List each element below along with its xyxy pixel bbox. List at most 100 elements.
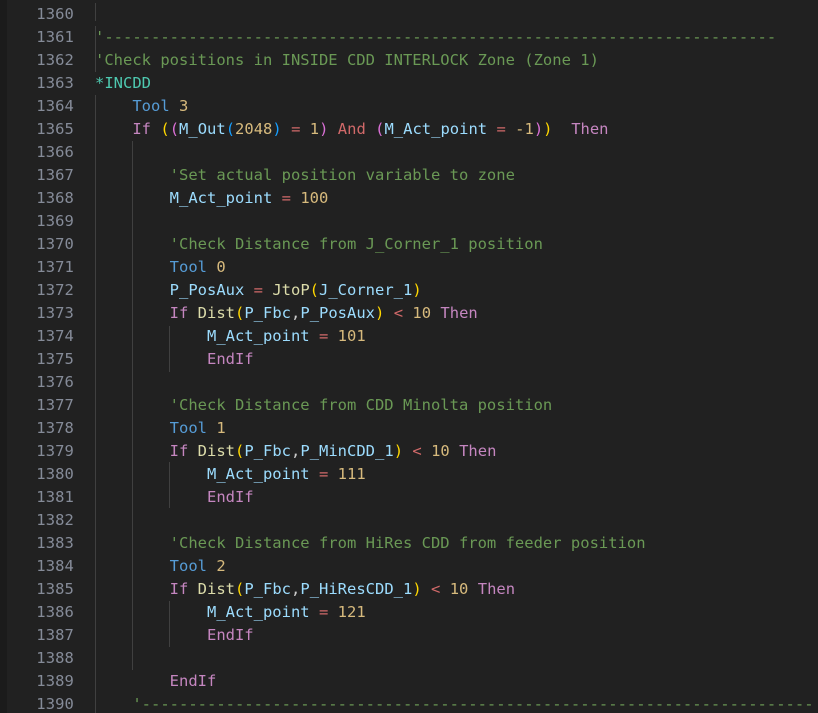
code-line[interactable]: M_Act_point = 121 — [84, 601, 818, 624]
number-10: 10 — [412, 304, 432, 322]
code-line[interactable]: If ((M_Out(2048) = 1) And (M_Act_point =… — [84, 118, 818, 141]
code-line[interactable]: EndIf — [84, 486, 818, 509]
line-number: 1388 — [36, 649, 74, 667]
code-line[interactable]: 'Check Distance from J_Corner_1 position — [84, 233, 818, 256]
operator-equals: = — [496, 120, 506, 138]
line-number: 1376 — [36, 373, 74, 391]
variable-j-corner-1: J_Corner_1 — [319, 281, 413, 299]
code-line[interactable] — [84, 647, 818, 670]
code-line[interactable] — [84, 3, 818, 26]
code-line[interactable]: Tool 1 — [84, 417, 818, 440]
bracket-open-1: ( — [160, 120, 170, 138]
code-content-area[interactable]: '---------------------------------------… — [84, 0, 818, 713]
code-line[interactable]: P_PosAux = JtoP(J_Corner_1) — [84, 279, 818, 302]
bracket-open-2: ( — [169, 120, 180, 138]
comment-check-distance-corner: 'Check Distance from J_Corner_1 position — [169, 235, 543, 253]
line-number: 1361 — [36, 28, 74, 46]
line-number: 1360 — [36, 5, 74, 23]
code-line[interactable]: 'Check Distance from HiRes CDD from feed… — [84, 532, 818, 555]
code-line[interactable]: M_Act_point = 100 — [84, 187, 818, 210]
keyword-if: If — [169, 304, 189, 322]
comma: , — [291, 442, 301, 460]
variable-p-posaux: P_PosAux — [300, 304, 376, 322]
code-line[interactable]: Tool 0 — [84, 256, 818, 279]
code-line[interactable]: If Dist(P_Fbc,P_MinCDD_1) < 10 Then — [84, 440, 818, 463]
line-number: 1380 — [36, 465, 74, 483]
keyword-then: Then — [440, 304, 478, 322]
line-number: 1378 — [36, 419, 74, 437]
operator-equals: = — [318, 327, 329, 345]
variable-m-act-point: M_Act_point — [384, 120, 488, 138]
line-number: 1362 — [36, 51, 74, 69]
code-line[interactable]: '---------------------------------------… — [84, 693, 818, 713]
code-line[interactable]: '---------------------------------------… — [84, 26, 818, 49]
code-line[interactable]: EndIf — [84, 670, 818, 693]
number-tool-index: 1 — [216, 419, 226, 437]
code-line[interactable]: M_Act_point = 111 — [84, 463, 818, 486]
keyword-if: If — [132, 120, 151, 138]
code-line[interactable]: Tool 3 — [84, 95, 818, 118]
code-line[interactable]: 'Set actual position variable to zone — [84, 164, 818, 187]
code-editor[interactable]: 1360 1361 1362 1363 1364 1365 1366 1367 1368 1369… — [0, 0, 818, 713]
bracket-close-1: ) — [375, 304, 385, 322]
operator-less-than: < — [431, 580, 441, 598]
comment-zone-description: 'Check positions in INSIDE CDD INTERLOCK… — [95, 51, 599, 69]
operator-equals: = — [291, 120, 301, 138]
keyword-endif: EndIf — [169, 672, 217, 690]
code-line[interactable]: 'Check Distance from CDD Minolta positio… — [84, 394, 818, 417]
line-number: 1390 — [36, 695, 74, 713]
variable-p-hirescdd-1: P_HiResCDD_1 — [300, 580, 413, 598]
code-line[interactable]: EndIf — [84, 348, 818, 371]
operator-equals: = — [318, 465, 329, 483]
comment-set-actual-position: 'Set actual position variable to zone — [169, 166, 515, 184]
number-101: 101 — [337, 327, 366, 345]
line-number: 1386 — [36, 603, 74, 621]
code-line[interactable]: If Dist(P_Fbc,P_PosAux) < 10 Then — [84, 302, 818, 325]
code-line[interactable]: *INCDD — [84, 72, 818, 95]
code-line[interactable] — [84, 509, 818, 532]
keyword-tool: Tool — [169, 258, 207, 276]
bracket-close-1: ) — [412, 281, 422, 299]
bracket-open-3: ( — [225, 120, 236, 138]
function-dist: Dist — [197, 442, 235, 460]
code-line[interactable]: EndIf — [84, 624, 818, 647]
comment-check-distance-hires: 'Check Distance from HiRes CDD from feed… — [169, 534, 646, 552]
code-line[interactable] — [84, 371, 818, 394]
code-line[interactable]: Tool 2 — [84, 555, 818, 578]
code-line[interactable]: If Dist(P_Fbc,P_HiResCDD_1) < 10 Then — [84, 578, 818, 601]
number-10: 10 — [449, 580, 469, 598]
operator-equals: = — [281, 189, 291, 207]
bracket-close-1: ) — [393, 442, 404, 460]
code-line[interactable] — [84, 141, 818, 164]
code-line[interactable]: 'Check positions in INSIDE CDD INTERLOCK… — [84, 49, 818, 72]
code-line[interactable] — [84, 210, 818, 233]
number-tool-index: 2 — [216, 557, 226, 575]
code-line[interactable]: M_Act_point = 101 — [84, 325, 818, 348]
keyword-then: Then — [571, 120, 609, 138]
line-number: 1381 — [36, 488, 74, 506]
line-number: 1374 — [36, 327, 74, 345]
line-number: 1366 — [36, 143, 74, 161]
variable-p-mincdd-1: P_MinCDD_1 — [300, 442, 394, 460]
operator-less-than: < — [393, 304, 404, 322]
variable-m-out: M_Out — [179, 120, 226, 138]
operator-less-than: < — [412, 442, 422, 460]
